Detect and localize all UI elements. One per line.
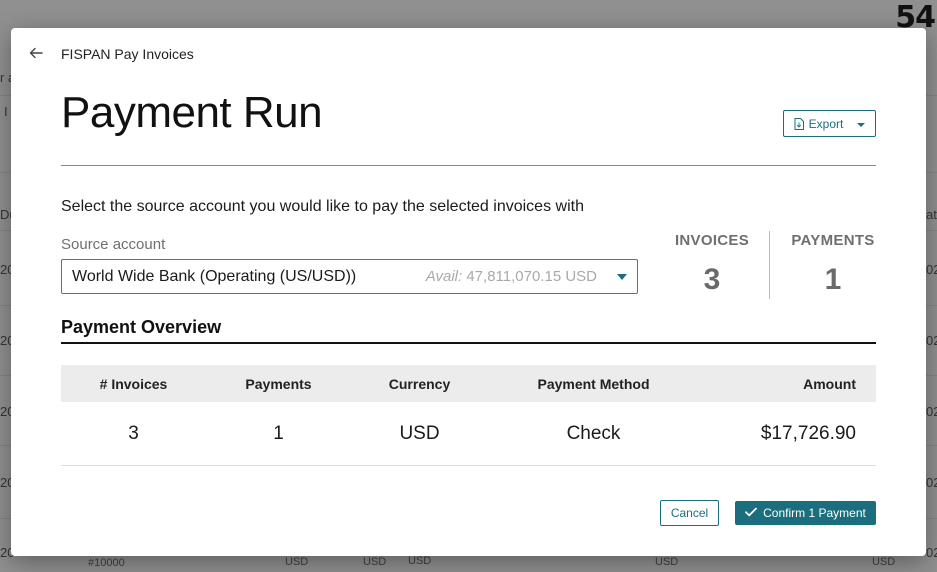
payment-run-modal: FISPAN Pay Invoices Payment Run Export S… [11,28,926,556]
back-arrow-icon[interactable] [28,45,44,61]
column-header: Amount [803,375,856,392]
export-label: Export [808,116,844,131]
table-cell: 3 [128,422,139,444]
invoices-stat: INVOICES 3 [666,232,758,297]
page-title: Payment Run [61,88,323,137]
chevron-down-icon [857,122,866,127]
column-header: Currency [388,375,451,392]
table-cell: $17,726.90 [760,422,856,444]
payments-stat-value: 1 [824,263,842,296]
table-cell: 1 [273,422,284,444]
column-header: # Invoices [99,375,168,392]
payments-stat-label: PAYMENTS [791,232,875,249]
export-button[interactable]: Export [783,110,876,137]
table-cell: USD [399,422,440,444]
table-row: 3 1 USD Check $17,726.90 [61,402,876,466]
available-balance-amount: 47,811,070.15 USD [466,268,597,285]
invoices-stat-label: INVOICES [674,232,750,249]
title-divider [61,165,876,166]
dropdown-caret-icon [617,273,627,280]
table-cell: Check [566,422,621,444]
checkmark-icon [745,506,758,520]
source-account-select[interactable]: World Wide Bank (Operating (US/USD)) Ava… [61,259,638,294]
invoices-stat-value: 3 [703,263,721,296]
payments-stat: PAYMENTS 1 [785,232,881,297]
payment-overview-table: # Invoices Payments Currency Payment Met… [61,365,876,466]
cancel-button[interactable]: Cancel [660,500,719,526]
column-header: Payments [245,375,312,392]
confirm-payment-button[interactable]: Confirm 1 Payment [735,501,876,525]
document-icon [794,117,804,130]
instruction-text: Select the source account you would like… [61,198,584,215]
confirm-payment-label: Confirm 1 Payment [763,506,866,520]
table-header: # Invoices Payments Currency Payment Met… [61,365,876,402]
source-account-label: Source account [61,236,166,253]
column-header: Payment Method [537,375,650,392]
payment-overview-heading: Payment Overview [61,317,222,337]
available-balance-label: Avail: [425,268,463,285]
app-title: FISPAN Pay Invoices [61,46,194,62]
source-account-value: World Wide Bank (Operating (US/USD)) [72,267,357,285]
overview-divider [61,342,876,344]
available-balance: Avail: 47,811,070.15 USD [426,268,597,285]
stat-divider [769,231,770,299]
